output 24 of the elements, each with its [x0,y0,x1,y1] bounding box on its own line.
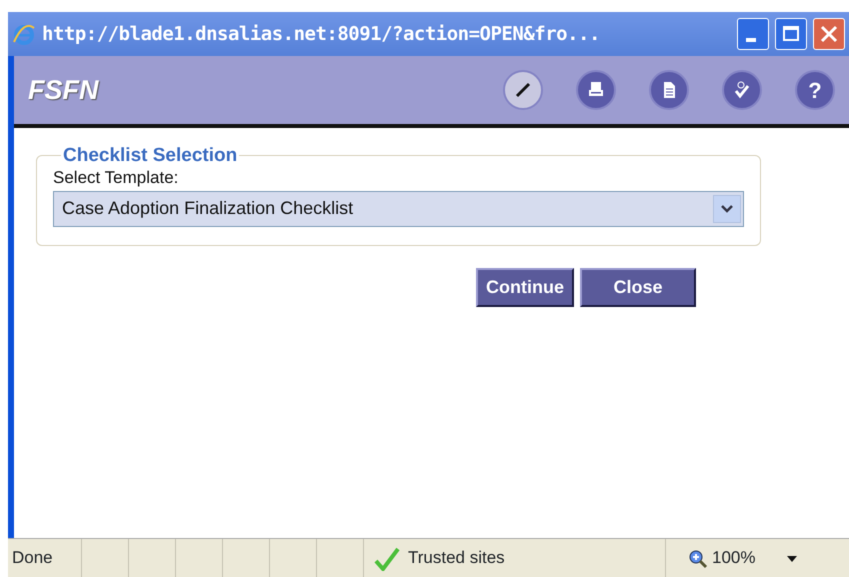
window-title: http://blade1.dnsalias.net:8091/?action=OPEN&fro... [42,22,600,47]
close-icon [819,24,839,44]
close-button[interactable]: Close [580,268,696,306]
minimize-icon [746,38,756,42]
dropdown-arrow-icon[interactable] [787,556,798,562]
document-button[interactable] [649,70,689,110]
continue-button[interactable]: Continue [476,268,574,306]
spell-check-button[interactable] [722,70,762,110]
app-title: FSFN [28,74,98,107]
status-text: Done [12,547,53,570]
template-dropdown[interactable]: Case Adoption Finalization Checklist [53,190,744,226]
checkmark-icon [374,546,400,571]
chevron-down-icon [720,204,734,214]
zoom-level[interactable]: 100% [712,545,756,571]
maximize-icon [781,24,801,44]
security-zone-text: Trusted sites [408,547,505,570]
pen-button[interactable] [503,70,543,110]
help-button[interactable]: ? [795,70,835,110]
print-button[interactable] [576,70,616,110]
maximize-button[interactable] [775,18,807,50]
close-button[interactable] [813,18,845,50]
minimize-button[interactable] [737,18,769,50]
field-label: Select Template: [53,167,180,189]
zoom-icon [688,548,708,569]
